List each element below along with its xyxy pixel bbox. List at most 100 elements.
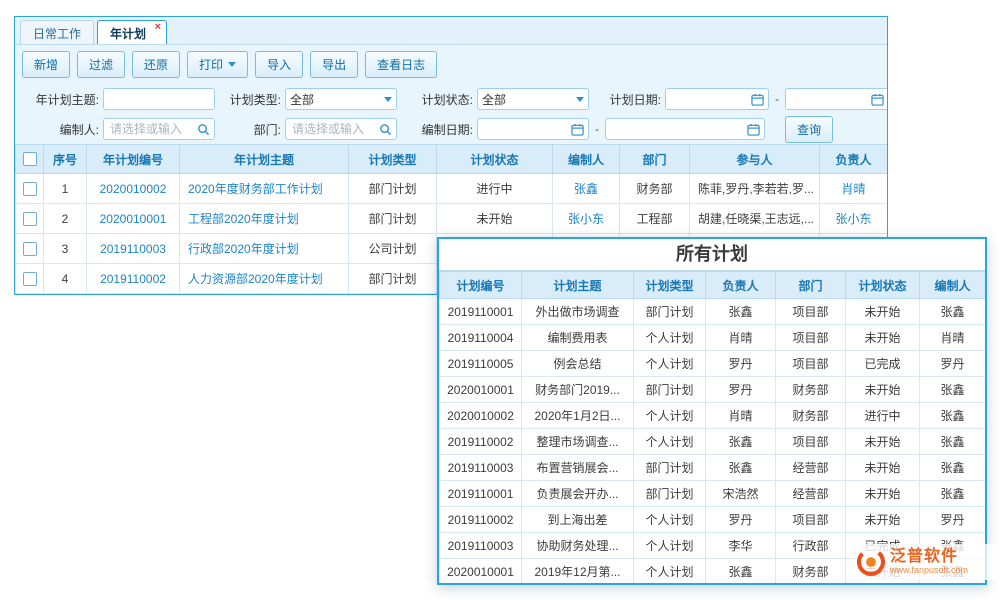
tab-annual-plan[interactable]: 年计划 ×	[97, 20, 167, 44]
cell-plan-type: 公司计划	[349, 234, 437, 264]
popup-cell-department: 财务部	[776, 559, 846, 585]
query-button[interactable]: 查询	[785, 116, 833, 143]
cell-compiler-link[interactable]: 张鑫	[553, 174, 620, 204]
print-button[interactable]: 打印	[187, 51, 248, 78]
row-checkbox[interactable]	[23, 212, 37, 226]
add-button[interactable]: 新增	[22, 51, 70, 78]
chevron-down-icon	[576, 97, 584, 102]
popup-row[interactable]: 2019110003 布置营销展会... 部门计划 张鑫 经营部 未开始 张鑫	[440, 455, 986, 481]
plan-date-to-input[interactable]	[785, 88, 888, 110]
subject-filter-text[interactable]	[108, 89, 210, 109]
popup-cell-owner: 罗丹	[706, 351, 776, 377]
search-icon[interactable]	[197, 123, 210, 136]
popup-column-header: 部门	[776, 272, 846, 299]
row-checkbox[interactable]	[23, 182, 37, 196]
view-log-button[interactable]: 查看日志	[365, 51, 437, 78]
calendar-icon[interactable]	[871, 93, 884, 106]
popup-row[interactable]: 2019110005 例会总结 个人计划 罗丹 项目部 已完成 罗丹	[440, 351, 986, 377]
row-checkbox-cell	[16, 174, 44, 204]
cell-department: 工程部	[620, 204, 690, 234]
all-plans-table-body: 2019110001 外出做市场调查 部门计划 张鑫 项目部 未开始 张鑫 20…	[440, 299, 986, 585]
popup-cell-code: 2019110002	[440, 429, 522, 455]
export-button[interactable]: 导出	[310, 51, 358, 78]
calendar-icon[interactable]	[747, 123, 760, 136]
plan-subject-link[interactable]: 行政部2020年度计划	[180, 234, 349, 264]
compiler-filter-text[interactable]	[108, 119, 197, 139]
plan-code-link[interactable]: 2019110002	[87, 264, 180, 294]
popup-title: 所有计划	[439, 239, 985, 271]
compiler-filter-label: 编制人:	[21, 121, 99, 138]
popup-cell-subject: 负责展会开办...	[522, 481, 634, 507]
popup-row[interactable]: 2020010001 财务部门2019... 部门计划 罗丹 财务部 未开始 张…	[440, 377, 986, 403]
plan-code-link[interactable]: 2020010001	[87, 204, 180, 234]
select-all-checkbox[interactable]	[23, 152, 37, 166]
cell-index: 3	[44, 234, 87, 264]
compile-date-to-input[interactable]	[605, 118, 765, 140]
restore-button[interactable]: 还原	[132, 51, 180, 78]
plan-code-link[interactable]: 2019110003	[87, 234, 180, 264]
calendar-icon[interactable]	[571, 123, 584, 136]
dept-filter-input[interactable]	[285, 118, 397, 140]
cell-owner-link[interactable]: 肖晴	[820, 174, 888, 204]
popup-cell-department: 经营部	[776, 455, 846, 481]
popup-row[interactable]: 2019110002 整理市场调查... 个人计划 张鑫 项目部 未开始 张鑫	[440, 429, 986, 455]
dept-filter-label: 部门:	[219, 121, 281, 138]
row-checkbox-cell	[16, 234, 44, 264]
compiler-filter-input[interactable]	[103, 118, 215, 140]
tab-annual-plan-label: 年计划	[110, 27, 146, 41]
popup-cell-status: 进行中	[846, 403, 920, 429]
subject-filter-input[interactable]	[103, 88, 215, 110]
watermark-brand: 泛普软件	[890, 548, 968, 566]
cell-compiler-link[interactable]: 张小东	[553, 204, 620, 234]
popup-cell-department: 行政部	[776, 533, 846, 559]
dept-filter-text[interactable]	[290, 119, 379, 139]
column-header: 序号	[44, 145, 87, 174]
popup-cell-compiler: 肖晴	[920, 325, 986, 351]
popup-row[interactable]: 2019110002 到上海出差 个人计划 罗丹 项目部 未开始 罗丹	[440, 507, 986, 533]
search-icon[interactable]	[379, 123, 392, 136]
popup-cell-status: 未开始	[846, 377, 920, 403]
plan-subject-link[interactable]: 2020年度财务部工作计划	[180, 174, 349, 204]
column-header: 编制人	[553, 145, 620, 174]
compile-date-from-input[interactable]	[477, 118, 589, 140]
column-header: 参与人	[690, 145, 820, 174]
plan-subject-link[interactable]: 人力资源部2020年度计划	[180, 264, 349, 294]
filter-button[interactable]: 过滤	[77, 51, 125, 78]
popup-cell-department: 经营部	[776, 481, 846, 507]
popup-column-header: 计划主题	[522, 272, 634, 299]
close-icon[interactable]: ×	[155, 21, 161, 33]
plan-status-select[interactable]: 全部	[477, 88, 589, 110]
all-plans-table-header: 计划编号计划主题计划类型负责人部门计划状态编制人	[440, 272, 986, 299]
popup-column-header: 计划状态	[846, 272, 920, 299]
filter-row-2: 编制人: 部门: 编制日期: - 查询	[15, 114, 887, 144]
watermark: 泛普软件 www.fanpusoft.com	[854, 544, 996, 580]
popup-cell-subject: 2020年1月2日...	[522, 403, 634, 429]
popup-cell-code: 2019110002	[440, 507, 522, 533]
plan-subject-link[interactable]: 工程部2020年度计划	[180, 204, 349, 234]
popup-cell-type: 个人计划	[634, 429, 706, 455]
popup-cell-code: 2020010001	[440, 377, 522, 403]
row-checkbox[interactable]	[23, 272, 37, 286]
plan-type-select[interactable]: 全部	[285, 88, 397, 110]
toolbar: 新增 过滤 还原 打印 导入 导出 查看日志	[15, 45, 887, 84]
cell-plan-status: 未开始	[437, 204, 553, 234]
popup-cell-compiler: 张鑫	[920, 377, 986, 403]
popup-row[interactable]: 2019110001 外出做市场调查 部门计划 张鑫 项目部 未开始 张鑫	[440, 299, 986, 325]
date-range-separator: -	[593, 122, 601, 136]
row-checkbox[interactable]	[23, 242, 37, 256]
plan-date-from-input[interactable]	[665, 88, 769, 110]
cell-owner-link[interactable]: 张小东	[820, 204, 888, 234]
import-button[interactable]: 导入	[255, 51, 303, 78]
popup-row[interactable]: 2019110001 负责展会开办... 部门计划 宋浩然 经营部 未开始 张鑫	[440, 481, 986, 507]
table-row: 1 2020010002 2020年度财务部工作计划 部门计划 进行中 张鑫 财…	[16, 174, 888, 204]
all-plans-popup: 所有计划 计划编号计划主题计划类型负责人部门计划状态编制人 2019110001…	[437, 237, 987, 585]
column-header: 计划状态	[437, 145, 553, 174]
plan-code-link[interactable]: 2020010002	[87, 174, 180, 204]
calendar-icon[interactable]	[751, 93, 764, 106]
tab-daily-work[interactable]: 日常工作	[20, 20, 94, 44]
popup-row[interactable]: 2019110004 编制费用表 个人计划 肖晴 项目部 未开始 肖晴	[440, 325, 986, 351]
popup-cell-type: 个人计划	[634, 507, 706, 533]
popup-cell-subject: 外出做市场调查	[522, 299, 634, 325]
popup-row[interactable]: 2020010002 2020年1月2日... 个人计划 肖晴 财务部 进行中 …	[440, 403, 986, 429]
popup-cell-subject: 布置营销展会...	[522, 455, 634, 481]
